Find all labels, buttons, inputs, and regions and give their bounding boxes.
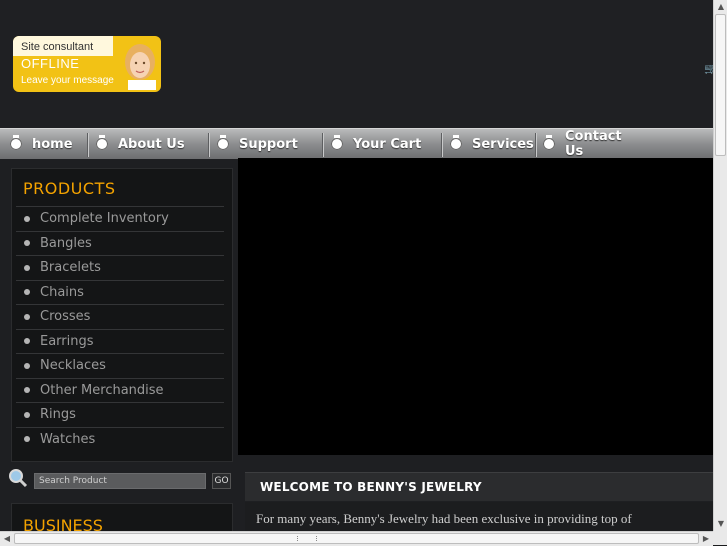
horizontal-scroll-thumb[interactable] (14, 533, 699, 544)
bullet-icon (24, 362, 30, 369)
category-item[interactable]: Bracelets (16, 255, 224, 280)
nav-divider (322, 133, 324, 157)
products-sidebar: PRODUCTS Complete Inventory Bangles Brac… (11, 168, 233, 462)
category-item[interactable]: Chains (16, 279, 224, 305)
bulb-icon (450, 135, 462, 150)
nav-label: home (32, 136, 73, 152)
grip-icon (297, 536, 317, 541)
category-item[interactable]: Crosses (16, 304, 224, 329)
bulb-icon (331, 135, 343, 150)
bulb-icon (96, 135, 108, 150)
hero-banner (238, 158, 713, 455)
bullet-icon (24, 338, 30, 345)
category-label: Earrings (40, 333, 94, 349)
category-item[interactable]: Earrings (16, 328, 224, 354)
nav-divider (87, 133, 89, 157)
nav-divider (535, 133, 537, 157)
category-label: Other Merchandise (40, 382, 164, 398)
bullet-icon (24, 215, 30, 222)
nav-label: About Us (118, 136, 185, 152)
header: Site consultant OFFLINE Leave your messa… (0, 0, 713, 128)
welcome-content: For many years, Benny's Jewelry had been… (245, 502, 713, 531)
bulb-icon (10, 135, 22, 150)
nav-about-us[interactable]: About Us (96, 129, 185, 159)
category-item[interactable]: Rings (16, 402, 224, 427)
leave-message-link[interactable]: Leave your message (21, 75, 114, 86)
nav-contact-us[interactable]: Contact Us (543, 129, 622, 159)
nav-label-line1: Contact (565, 129, 622, 144)
bullet-icon (24, 313, 30, 320)
nav-support[interactable]: Support (217, 129, 298, 159)
consultant-label: Site consultant (21, 41, 94, 53)
nav-label: Services (472, 136, 534, 152)
consultant-avatar (125, 44, 156, 90)
nav-home[interactable]: home (10, 129, 73, 159)
bullet-icon (24, 240, 30, 247)
bullet-icon (24, 264, 30, 271)
category-item[interactable]: Watches (16, 426, 224, 452)
category-label: Bracelets (40, 260, 101, 276)
consultant-status: OFFLINE (21, 56, 80, 71)
nav-services[interactable]: Services (450, 129, 534, 159)
category-item[interactable]: Other Merchandise (16, 377, 224, 403)
horizontal-scrollbar[interactable]: ◀ ▶ (0, 531, 713, 546)
nav-label: Support (239, 136, 298, 152)
category-label: Crosses (40, 309, 91, 325)
main-navigation: home About Us Support Your Cart Services… (0, 128, 713, 159)
products-heading: PRODUCTS (23, 179, 116, 198)
category-label: Complete Inventory (40, 211, 169, 227)
nav-divider (208, 133, 210, 157)
category-label: Chains (40, 284, 84, 300)
category-item[interactable]: Complete Inventory (16, 206, 224, 231)
go-button[interactable]: GO (212, 473, 231, 489)
scroll-up-icon[interactable]: ▲ (714, 0, 727, 14)
welcome-text: For many years, Benny's Jewelry had been… (256, 511, 632, 526)
category-item[interactable]: Necklaces (16, 353, 224, 378)
scroll-down-icon[interactable]: ▼ (714, 517, 727, 531)
nav-label-line2: Us (565, 144, 584, 159)
cart-icon[interactable]: 🛒 (704, 64, 713, 76)
bullet-icon (24, 387, 30, 394)
nav-label: Your Cart (353, 136, 422, 152)
category-label: Necklaces (40, 358, 106, 374)
welcome-title-bar: WELCOME TO BENNY'S JEWELRY (245, 472, 713, 501)
nav-your-cart[interactable]: Your Cart (331, 129, 421, 159)
product-category-list: Complete Inventory Bangles Bracelets Cha… (16, 206, 224, 451)
category-item[interactable]: Bangles (16, 230, 224, 256)
category-label: Bangles (40, 235, 92, 251)
page: Site consultant OFFLINE Leave your messa… (0, 0, 713, 531)
magnifier-icon (9, 469, 28, 488)
category-label: Rings (40, 407, 76, 423)
search-input[interactable] (34, 473, 206, 489)
nav-label: Contact Us (565, 129, 622, 159)
category-label: Watches (40, 431, 96, 447)
bullet-icon (24, 436, 30, 443)
vertical-scrollbar[interactable]: ▲ ▼ (713, 0, 727, 531)
nav-divider (441, 133, 443, 157)
product-search: GO (8, 468, 236, 492)
business-sidebar: BUSINESS (11, 503, 233, 531)
site-consultant-widget[interactable]: Site consultant OFFLINE Leave your messa… (13, 36, 161, 92)
welcome-title: WELCOME TO BENNY'S JEWELRY (260, 480, 482, 494)
scroll-right-icon[interactable]: ▶ (699, 532, 713, 546)
scrollbar-corner (713, 531, 727, 545)
bulb-icon (543, 135, 555, 150)
bullet-icon (24, 411, 30, 418)
business-heading: BUSINESS (23, 516, 103, 531)
bullet-icon (24, 289, 30, 296)
scroll-left-icon[interactable]: ◀ (0, 532, 14, 546)
vertical-scroll-thumb[interactable] (715, 14, 726, 156)
bulb-icon (217, 135, 229, 150)
